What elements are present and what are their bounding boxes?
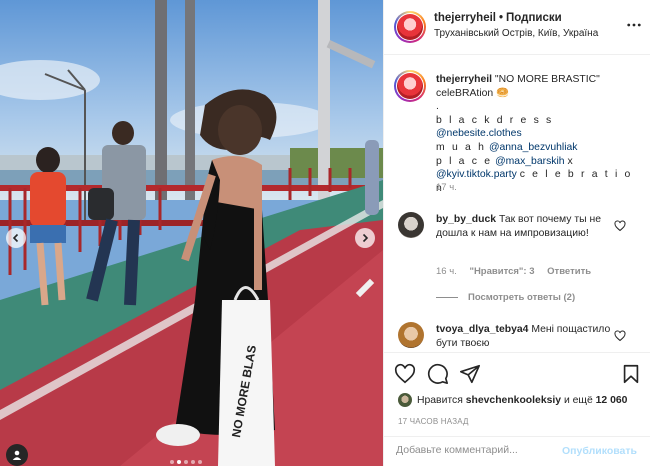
comments-section[interactable]: thejerryheil "NO MORE BRASTIC" celeBRAti… [384, 56, 650, 352]
post-photo: NO MORE BLAS [0, 0, 383, 466]
comment-like-heart-icon[interactable] [614, 330, 626, 342]
comment-time[interactable]: 16 ч. [436, 266, 457, 277]
caption-line2: celeBRAtion 🥯 [436, 87, 510, 99]
like-heart-icon[interactable] [394, 363, 416, 385]
carousel-dot [198, 460, 202, 464]
caption-x: x [567, 155, 573, 167]
tagged-users-button[interactable] [6, 444, 28, 466]
share-icon[interactable] [459, 363, 481, 385]
user-tag-icon [12, 450, 22, 460]
caption-dress-text: b l a c k d r e s s [436, 114, 554, 126]
post-location[interactable]: Труханівський Острів, Київ, Україна [434, 28, 598, 39]
likes-summary: Нравится shevchenkooleksiy и ещё 12 060 [398, 393, 627, 407]
comment-username[interactable]: by_by_duck [436, 214, 496, 225]
carousel-indicator [170, 460, 202, 464]
chevron-right-icon [362, 233, 369, 243]
previous-photo-button[interactable] [6, 228, 26, 248]
commenter-avatar[interactable] [398, 322, 424, 348]
commenter-avatar[interactable] [398, 212, 424, 238]
comment-like-heart-icon[interactable] [614, 220, 626, 232]
comment: tvoya_dlya_tebya4 Мені пощастило бути тв… [436, 323, 611, 351]
comment-input[interactable] [396, 444, 556, 456]
caption-muah-text: m u a h [436, 141, 487, 153]
carousel-dot [184, 460, 188, 464]
post-timestamp[interactable]: 17 ЧАСОВ НАЗАД [398, 417, 469, 426]
caption-dress-link[interactable]: @nebesite.clothes [436, 128, 522, 139]
author-avatar[interactable] [394, 11, 426, 43]
likes-count[interactable]: 12 060 [596, 395, 628, 406]
carousel-dot [170, 460, 174, 464]
reply-button[interactable]: Ответить [547, 266, 591, 277]
view-replies-button[interactable]: Посмотреть ответы (2) [436, 292, 575, 303]
caption-author-avatar[interactable] [394, 70, 426, 102]
caption-party-link[interactable]: @kyiv.tiktok.party [436, 169, 517, 180]
caption-username[interactable]: thejerryheil [436, 74, 492, 85]
carousel-dot [191, 460, 195, 464]
header-separator: • [499, 12, 504, 24]
post-details-panel: thejerryheil • Подписки Труханівський Остр… [383, 0, 650, 466]
caption-dot: . [436, 101, 439, 113]
caption-place-link[interactable]: @max_barskih [495, 156, 564, 167]
comment-meta: 16 ч. "Нравится": 3 Ответить [436, 266, 601, 277]
bookmark-icon[interactable] [620, 363, 642, 385]
post-actions: Нравится shevchenkooleksiy и ещё 12 060 … [384, 352, 650, 436]
comment-likes-count[interactable]: "Нравится": 3 [469, 266, 534, 277]
comment-icon[interactable] [427, 363, 449, 385]
add-comment-bar: Опубликовать [384, 436, 650, 466]
more-options-button[interactable] [626, 17, 642, 33]
view-replies-label: Посмотреть ответы (2) [468, 292, 576, 303]
comment-username[interactable]: tvoya_dlya_tebya4 [436, 324, 528, 335]
caption-time[interactable]: 17 ч. [436, 182, 457, 193]
chevron-left-icon [12, 233, 19, 243]
author-username[interactable]: thejerryheil [434, 12, 496, 24]
caption-place-text: p l a c e [436, 155, 493, 167]
caption-muah-link[interactable]: @anna_bezvuhliak [489, 142, 578, 153]
liker-avatar[interactable] [398, 393, 412, 407]
post-media[interactable]: NO MORE BLAS [0, 0, 383, 466]
post-header: thejerryheil • Подписки Труханівський Остр… [384, 0, 650, 55]
carousel-dot [177, 460, 181, 464]
more-icon [627, 23, 641, 27]
publish-comment-button[interactable]: Опубликовать [562, 445, 637, 457]
likes-and: и ещё [563, 394, 593, 406]
next-photo-button[interactable] [355, 228, 375, 248]
instagram-post-modal: NO MORE BLAS thejerryheil • Подписки Труха… [0, 0, 650, 466]
caption-title: "NO MORE BRASTIC" [494, 74, 600, 85]
likes-prefix: Нравится [417, 394, 463, 406]
liker-username[interactable]: shevchenkooleksiy [466, 395, 561, 406]
post-caption: thejerryheil "NO MORE BRASTIC" celeBRAti… [436, 73, 641, 195]
following-button[interactable]: Подписки [506, 12, 562, 24]
comment: by_by_duck Так вот почему ты не дошла к … [436, 213, 611, 241]
replies-divider [436, 297, 458, 298]
